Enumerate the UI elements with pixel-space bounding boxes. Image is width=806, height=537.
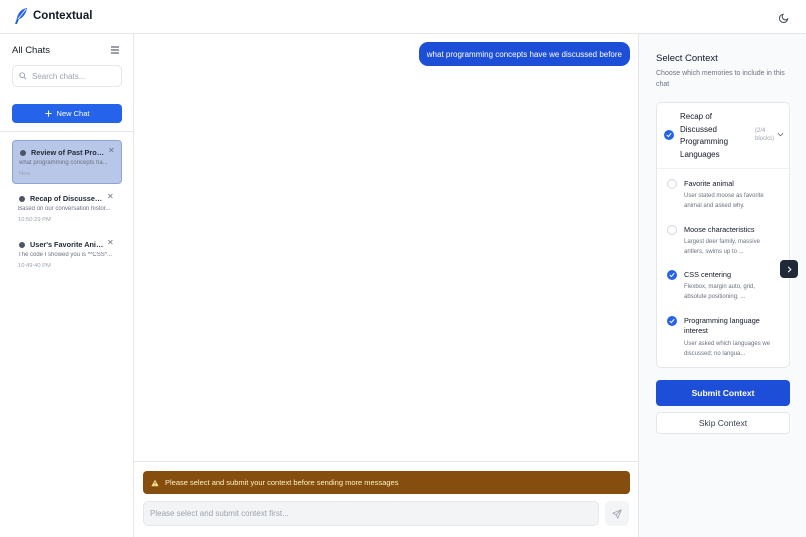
context-panel: Select Context Choose which memories to … <box>638 34 806 537</box>
chat-title: Recap of Discussed ... <box>30 194 106 203</box>
next-button[interactable] <box>780 260 798 278</box>
moon-icon <box>778 13 788 23</box>
chat-preview: The code I showed you is **CSS*... <box>18 252 113 258</box>
check-icon <box>669 318 675 324</box>
check-icon <box>666 132 672 138</box>
memory-title: Programming language interest <box>684 316 760 335</box>
memory-title: CSS centering <box>684 270 732 279</box>
check-icon <box>669 272 675 278</box>
plus-icon <box>44 110 52 117</box>
memory-item[interactable]: Programming language interest User asked… <box>657 312 789 364</box>
context-group-header[interactable]: Recap of Discussed Programming Languages… <box>657 103 789 169</box>
app-name: Contextual <box>33 10 93 22</box>
app-header: Contextual <box>0 0 806 34</box>
memory-description: Flexbox, margin auto, grid, absolute pos… <box>684 284 756 300</box>
memory-description: User asked which languages we discussed;… <box>684 341 771 357</box>
memory-item[interactable]: CSS centering Flexbox, margin auto, grid… <box>657 266 789 310</box>
checkbox-checked[interactable] <box>664 130 674 140</box>
memory-title: Favorite animal <box>684 179 734 188</box>
chevron-right-icon <box>787 266 792 272</box>
memory-item[interactable]: Moose characteristics Largest deer famil… <box>657 221 789 265</box>
chat-title: Review of Past Progr... <box>31 148 107 157</box>
checkbox-unchecked[interactable] <box>667 179 677 189</box>
search-box <box>12 65 122 87</box>
composer-divider <box>134 461 638 462</box>
chat-list-item[interactable]: Review of Past Progr... ✕ what programmi… <box>12 140 122 184</box>
warning-icon <box>151 479 159 486</box>
context-warning-banner: Please select and submit your context be… <box>143 471 630 494</box>
chat-sidebar: All Chats New Chat Review of Past Progr.… <box>0 34 134 537</box>
chat-list-item[interactable]: User's Favorite Anim... ✕ The code I sho… <box>12 233 122 277</box>
chat-main: what programming concepts have we discus… <box>134 34 638 537</box>
chat-time: 10:50:29 PM <box>18 217 51 223</box>
new-chat-label: New Chat <box>56 109 90 118</box>
sidebar-divider <box>0 131 133 132</box>
warning-text: Please select and submit your context be… <box>165 478 399 487</box>
context-group-card: Recap of Discussed Programming Languages… <box>656 102 790 368</box>
checkbox-checked[interactable] <box>667 270 677 280</box>
chat-preview: what programming concepts ha... <box>19 160 108 166</box>
hamburger-icon[interactable] <box>110 45 120 55</box>
memory-description: User stated moose as favorite animal and… <box>684 193 764 209</box>
context-group-title: Recap of Discussed Programming Languages <box>680 112 729 159</box>
memory-description: Largest deer family, massive antlers, sw… <box>684 239 760 255</box>
close-icon[interactable]: ✕ <box>108 146 115 155</box>
panel-title: Select Context <box>656 53 718 64</box>
theme-toggle-button[interactable] <box>776 9 792 25</box>
memory-title: Moose characteristics <box>684 225 755 234</box>
new-chat-button[interactable]: New Chat <box>12 104 122 123</box>
memory-item[interactable]: Favorite animal User stated moose as fav… <box>657 175 789 219</box>
chat-preview: Based on our conversation histor... <box>18 206 111 212</box>
search-icon <box>19 72 27 80</box>
chat-status-dot <box>19 242 25 248</box>
chat-time: 10:49:40 PM <box>18 263 51 269</box>
chat-time: Now <box>19 171 31 177</box>
message-input-box <box>143 501 599 526</box>
checkbox-checked[interactable] <box>667 316 677 326</box>
user-message: what programming concepts have we discus… <box>418 42 630 66</box>
search-input[interactable] <box>32 71 120 81</box>
context-group-count: (2/4 blocks) <box>755 128 775 142</box>
feather-logo-icon <box>15 8 27 24</box>
send-icon <box>612 508 622 519</box>
send-button[interactable] <box>605 501 629 526</box>
skip-context-button[interactable]: Skip Context <box>656 412 790 434</box>
close-icon[interactable]: ✕ <box>107 192 114 201</box>
chat-status-dot <box>20 150 26 156</box>
checkbox-unchecked[interactable] <box>667 225 677 235</box>
chat-status-dot <box>19 196 25 202</box>
panel-subtitle: Choose which memories to include in this… <box>656 70 785 88</box>
submit-context-button[interactable]: Submit Context <box>656 380 790 406</box>
sidebar-title: All Chats <box>12 45 51 56</box>
close-icon[interactable]: ✕ <box>107 238 114 247</box>
chat-title: User's Favorite Anim... <box>30 240 106 249</box>
message-input[interactable] <box>150 509 590 518</box>
chat-list-item[interactable]: Recap of Discussed ... ✕ Based on our co… <box>12 187 122 231</box>
chevron-down-icon[interactable] <box>777 131 784 138</box>
